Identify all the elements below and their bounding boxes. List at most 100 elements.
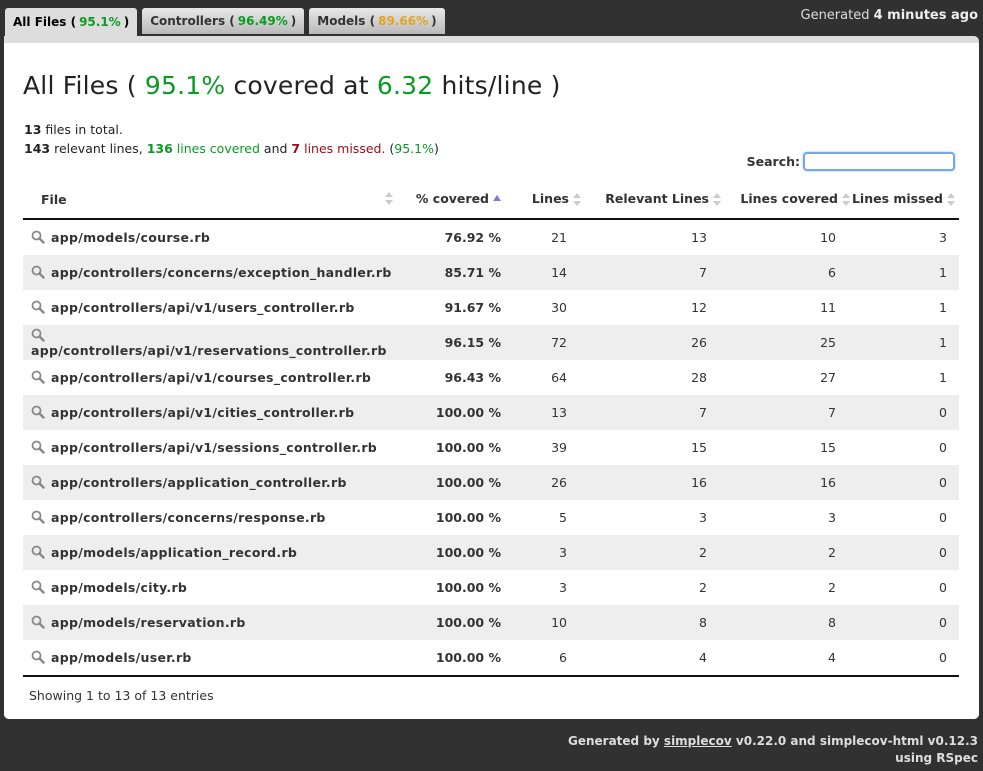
lines-covered-cell: 4 bbox=[721, 640, 850, 677]
lines-missed-cell: 0 bbox=[939, 580, 947, 595]
file-name[interactable]: app/controllers/api/v1/courses_controlle… bbox=[51, 370, 371, 385]
tab-all-files[interactable]: All Files (95.1%) bbox=[5, 8, 138, 36]
relevant-lines-cell: 7 bbox=[581, 395, 721, 430]
file-cell[interactable]: app/controllers/concerns/response.rb bbox=[23, 500, 397, 535]
title-coverage: 95.1% bbox=[144, 71, 226, 100]
footer-line-1: Generated by simplecov v0.22.0 and simpl… bbox=[568, 733, 978, 750]
file-name[interactable]: app/models/user.rb bbox=[51, 650, 192, 665]
header-label: Lines missed bbox=[851, 191, 943, 207]
file-name[interactable]: app/controllers/api/v1/users_controller.… bbox=[51, 300, 355, 315]
coverage-summary: 13 files in total. 143 relevant lines, 1… bbox=[24, 120, 439, 158]
relevant-text: relevant lines, bbox=[54, 141, 143, 156]
header-label: Lines bbox=[531, 191, 569, 207]
file-cell[interactable]: app/controllers/api/v1/users_controller.… bbox=[23, 290, 397, 325]
file-name[interactable]: app/controllers/api/v1/reservations_cont… bbox=[31, 343, 387, 358]
file-cell[interactable]: app/controllers/api/v1/sessions_controll… bbox=[23, 430, 397, 465]
column-header-missed[interactable]: Lines missed bbox=[850, 180, 959, 220]
summary-pct: 95.1% bbox=[394, 141, 435, 156]
table-info: Showing 1 to 13 of 13 entries bbox=[29, 688, 214, 703]
file-cell[interactable]: app/models/course.rb bbox=[23, 219, 397, 255]
file-cell[interactable]: app/controllers/concerns/exception_handl… bbox=[23, 255, 397, 290]
simplecov-link[interactable]: simplecov bbox=[664, 734, 732, 748]
lines-missed-cell: 1 bbox=[939, 370, 947, 385]
relevant-lines-cell: 16 bbox=[581, 465, 721, 500]
lines-cell: 10 bbox=[511, 605, 581, 640]
coverage-cell: 100.00 % bbox=[435, 440, 501, 455]
relevant-lines-cell: 26 bbox=[581, 325, 721, 360]
header-label: Lines covered bbox=[740, 191, 838, 207]
table-header-row: File % covered Lines Relevant Lines Line… bbox=[23, 180, 959, 220]
footer: Generated by simplecov v0.22.0 and simpl… bbox=[568, 733, 978, 767]
file-cell[interactable]: app/controllers/api/v1/courses_controlle… bbox=[23, 360, 397, 395]
covered-count: 136 bbox=[146, 141, 173, 156]
lines-missed-cell: 1 bbox=[850, 325, 959, 360]
tab-coverage: 96.49% bbox=[237, 14, 288, 28]
magnifier-icon bbox=[31, 370, 45, 384]
file-name[interactable]: app/controllers/application_controller.r… bbox=[51, 475, 347, 490]
column-header-lines-covered[interactable]: Lines covered bbox=[721, 180, 850, 220]
table-row: app/models/application_record.rb 100.00 %… bbox=[23, 535, 959, 570]
coverage-cell: 85.71 % bbox=[397, 255, 511, 290]
file-cell[interactable]: app/models/reservation.rb bbox=[23, 605, 397, 640]
lines-missed-cell: 1 bbox=[850, 255, 959, 290]
file-cell[interactable]: app/models/user.rb bbox=[23, 640, 397, 677]
and-text: and bbox=[263, 141, 288, 156]
files-total: 13 files in total. bbox=[24, 120, 439, 139]
coverage-cell: 100.00 % bbox=[397, 465, 511, 500]
lines-cell: 6 bbox=[511, 640, 581, 677]
file-cell[interactable]: app/models/city.rb bbox=[23, 570, 397, 605]
lines-missed-cell: 0 bbox=[939, 510, 947, 525]
magnifier-icon bbox=[31, 510, 45, 524]
lines-covered-cell: 27 bbox=[820, 370, 836, 385]
magnifier-icon bbox=[31, 265, 45, 279]
file-cell[interactable]: app/controllers/api/v1/reservations_cont… bbox=[23, 325, 397, 360]
missed-count: 7 bbox=[291, 141, 301, 156]
file-name[interactable]: app/controllers/concerns/response.rb bbox=[51, 510, 326, 525]
table-row: app/controllers/concerns/response.rb 100.… bbox=[23, 500, 959, 535]
missed-text: lines missed. bbox=[304, 141, 386, 156]
column-header-relevant[interactable]: Relevant Lines bbox=[581, 180, 721, 220]
file-cell[interactable]: app/controllers/application_controller.r… bbox=[23, 465, 397, 500]
coverage-cell: 100.00 % bbox=[397, 535, 511, 570]
file-cell[interactable]: app/models/application_record.rb bbox=[23, 535, 397, 570]
files-text: files in total. bbox=[45, 122, 123, 137]
coverage-cell: 100.00 % bbox=[397, 395, 511, 430]
column-header-file[interactable]: File bbox=[23, 180, 397, 220]
file-name[interactable]: app/controllers/api/v1/cities_controller… bbox=[51, 405, 354, 420]
lines-covered-cell: 10 bbox=[820, 230, 836, 245]
file-name[interactable]: app/models/application_record.rb bbox=[51, 545, 297, 560]
lines-covered-cell: 11 bbox=[820, 300, 836, 315]
file-name[interactable]: app/models/reservation.rb bbox=[51, 615, 246, 630]
timestamp-value: 4 minutes ago bbox=[873, 8, 978, 23]
coverage-cell: 96.43 % bbox=[444, 370, 501, 385]
lines-cell: 39 bbox=[551, 440, 567, 455]
files-table: File % covered Lines Relevant Lines Line… bbox=[23, 180, 959, 677]
sort-icon bbox=[842, 192, 850, 207]
file-name[interactable]: app/controllers/concerns/exception_handl… bbox=[51, 265, 392, 280]
lines-cell: 13 bbox=[511, 395, 581, 430]
timestamp-prefix: Generated bbox=[800, 8, 870, 23]
column-header-lines[interactable]: Lines bbox=[511, 180, 581, 220]
file-name[interactable]: app/controllers/api/v1/sessions_controll… bbox=[51, 440, 377, 455]
tab-controllers[interactable]: Controllers (96.49%) bbox=[142, 8, 305, 34]
coverage-cell: 100.00 % bbox=[397, 640, 511, 677]
tab-label: All Files bbox=[13, 15, 67, 29]
lines-cell: 3 bbox=[511, 535, 581, 570]
lines-covered-cell: 6 bbox=[721, 255, 850, 290]
sort-icon bbox=[947, 192, 955, 207]
tab-bar: All Files (95.1%) Controllers (96.49%) M… bbox=[5, 8, 445, 36]
column-header-covered[interactable]: % covered bbox=[397, 180, 511, 220]
file-cell[interactable]: app/controllers/api/v1/cities_controller… bbox=[23, 395, 397, 430]
title-hits: 6.32 bbox=[376, 71, 434, 100]
generated-timestamp: Generated 4 minutes ago bbox=[801, 8, 979, 23]
coverage-cell: 100.00 % bbox=[435, 510, 501, 525]
lines-covered-cell: 3 bbox=[828, 510, 836, 525]
lines-covered-cell: 7 bbox=[721, 395, 850, 430]
file-name[interactable]: app/models/course.rb bbox=[51, 230, 210, 245]
title-hits-text: hits/line bbox=[441, 71, 543, 100]
lines-covered-cell: 2 bbox=[721, 535, 850, 570]
search-input[interactable] bbox=[803, 152, 955, 171]
file-name[interactable]: app/models/city.rb bbox=[51, 580, 187, 595]
relevant-lines-cell: 15 bbox=[691, 440, 707, 455]
tab-models[interactable]: Models (89.66%) bbox=[309, 8, 445, 34]
